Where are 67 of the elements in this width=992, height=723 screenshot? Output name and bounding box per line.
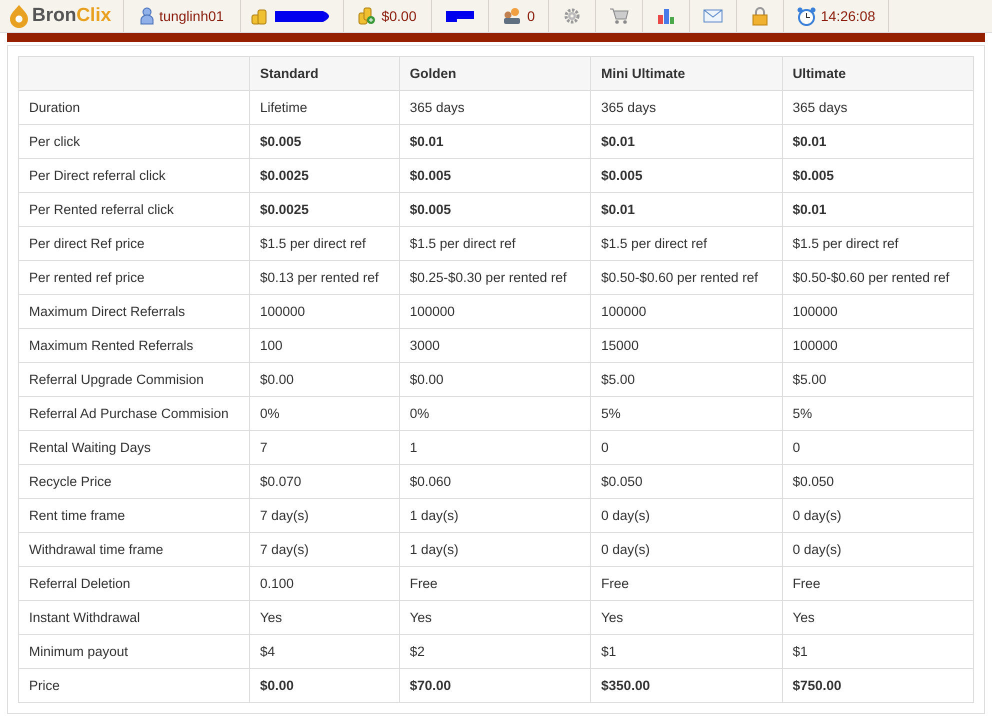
table-cell: 15000 — [590, 328, 782, 362]
table-cell: 0% — [250, 396, 400, 430]
column-header: Ultimate — [782, 56, 974, 90]
table-cell: $70.00 — [399, 668, 591, 702]
referral-count[interactable]: 0 — [527, 8, 535, 24]
table-cell: $0.060 — [399, 464, 591, 498]
table-cell: $0.50-$0.60 per rented ref — [782, 260, 974, 294]
table-cell: $0.005 — [250, 124, 400, 158]
logo-text: Bron — [32, 5, 76, 27]
table-cell: $0.005 — [399, 192, 591, 226]
table-cell: 5% — [782, 396, 974, 430]
redaction-mark — [445, 9, 475, 23]
row-label: Recycle Price — [18, 464, 250, 498]
table-cell: Yes — [399, 600, 591, 634]
logo-text: Clix — [76, 5, 112, 27]
clock-time: 14:26:08 — [820, 8, 876, 24]
table-cell: $0.01 — [590, 124, 782, 158]
table-cell: $0.050 — [782, 464, 974, 498]
row-label: Withdrawal time frame — [18, 532, 250, 566]
table-cell: $350.00 — [590, 668, 782, 702]
column-header: Golden — [399, 56, 591, 90]
row-label: Maximum Rented Referrals — [18, 328, 250, 362]
people-icon[interactable] — [502, 7, 522, 25]
alarm-clock-icon — [796, 6, 816, 26]
table-cell: $0.00 — [250, 668, 400, 702]
table-cell: $0.13 per rented ref — [250, 260, 400, 294]
row-label: Price — [18, 668, 250, 702]
table-cell: Yes — [590, 600, 782, 634]
table-cell: 1 day(s) — [399, 532, 591, 566]
table-cell: $0.50-$0.60 per rented ref — [590, 260, 782, 294]
row-label: Instant Withdrawal — [18, 600, 250, 634]
user-icon[interactable] — [140, 7, 154, 25]
row-label: Per click — [18, 124, 250, 158]
column-header: Mini Ultimate — [590, 56, 782, 90]
table-cell: $0.01 — [782, 192, 974, 226]
row-label: Referral Ad Purchase Commision — [18, 396, 250, 430]
table-cell: 0 day(s) — [590, 532, 782, 566]
cart-icon[interactable] — [609, 7, 629, 25]
logo-icon — [8, 4, 30, 28]
table-cell: Yes — [250, 600, 400, 634]
mail-icon[interactable] — [703, 9, 723, 23]
row-label: Per Rented referral click — [18, 192, 250, 226]
table-cell: 7 day(s) — [250, 532, 400, 566]
coins-add-icon[interactable] — [358, 7, 376, 25]
username[interactable]: tunglinh01 — [159, 8, 224, 24]
lock-icon[interactable] — [752, 6, 768, 26]
table-cell: Yes — [782, 600, 974, 634]
table-cell: $750.00 — [782, 668, 974, 702]
table-cell: 100000 — [782, 328, 974, 362]
table-cell: 3000 — [399, 328, 591, 362]
column-header: Standard — [250, 56, 400, 90]
table-cell: $0.25-$0.30 per rented ref — [399, 260, 591, 294]
table-cell: $0.0025 — [250, 192, 400, 226]
table-cell: $0.050 — [590, 464, 782, 498]
bar-chart-icon[interactable] — [657, 8, 675, 24]
table-cell: $0.01 — [590, 192, 782, 226]
table-cell: $0.01 — [399, 124, 591, 158]
balance-amount[interactable]: $0.00 — [381, 8, 417, 24]
table-cell: 100 — [250, 328, 400, 362]
row-label: Per rented ref price — [18, 260, 250, 294]
table-cell: $0.070 — [250, 464, 400, 498]
table-cell: 0 day(s) — [782, 532, 974, 566]
coins-icon[interactable] — [250, 7, 268, 25]
table-cell: $0.01 — [782, 124, 974, 158]
table-cell: 0% — [399, 396, 591, 430]
settings-icon[interactable] — [563, 7, 581, 25]
table-cell: 5% — [590, 396, 782, 430]
